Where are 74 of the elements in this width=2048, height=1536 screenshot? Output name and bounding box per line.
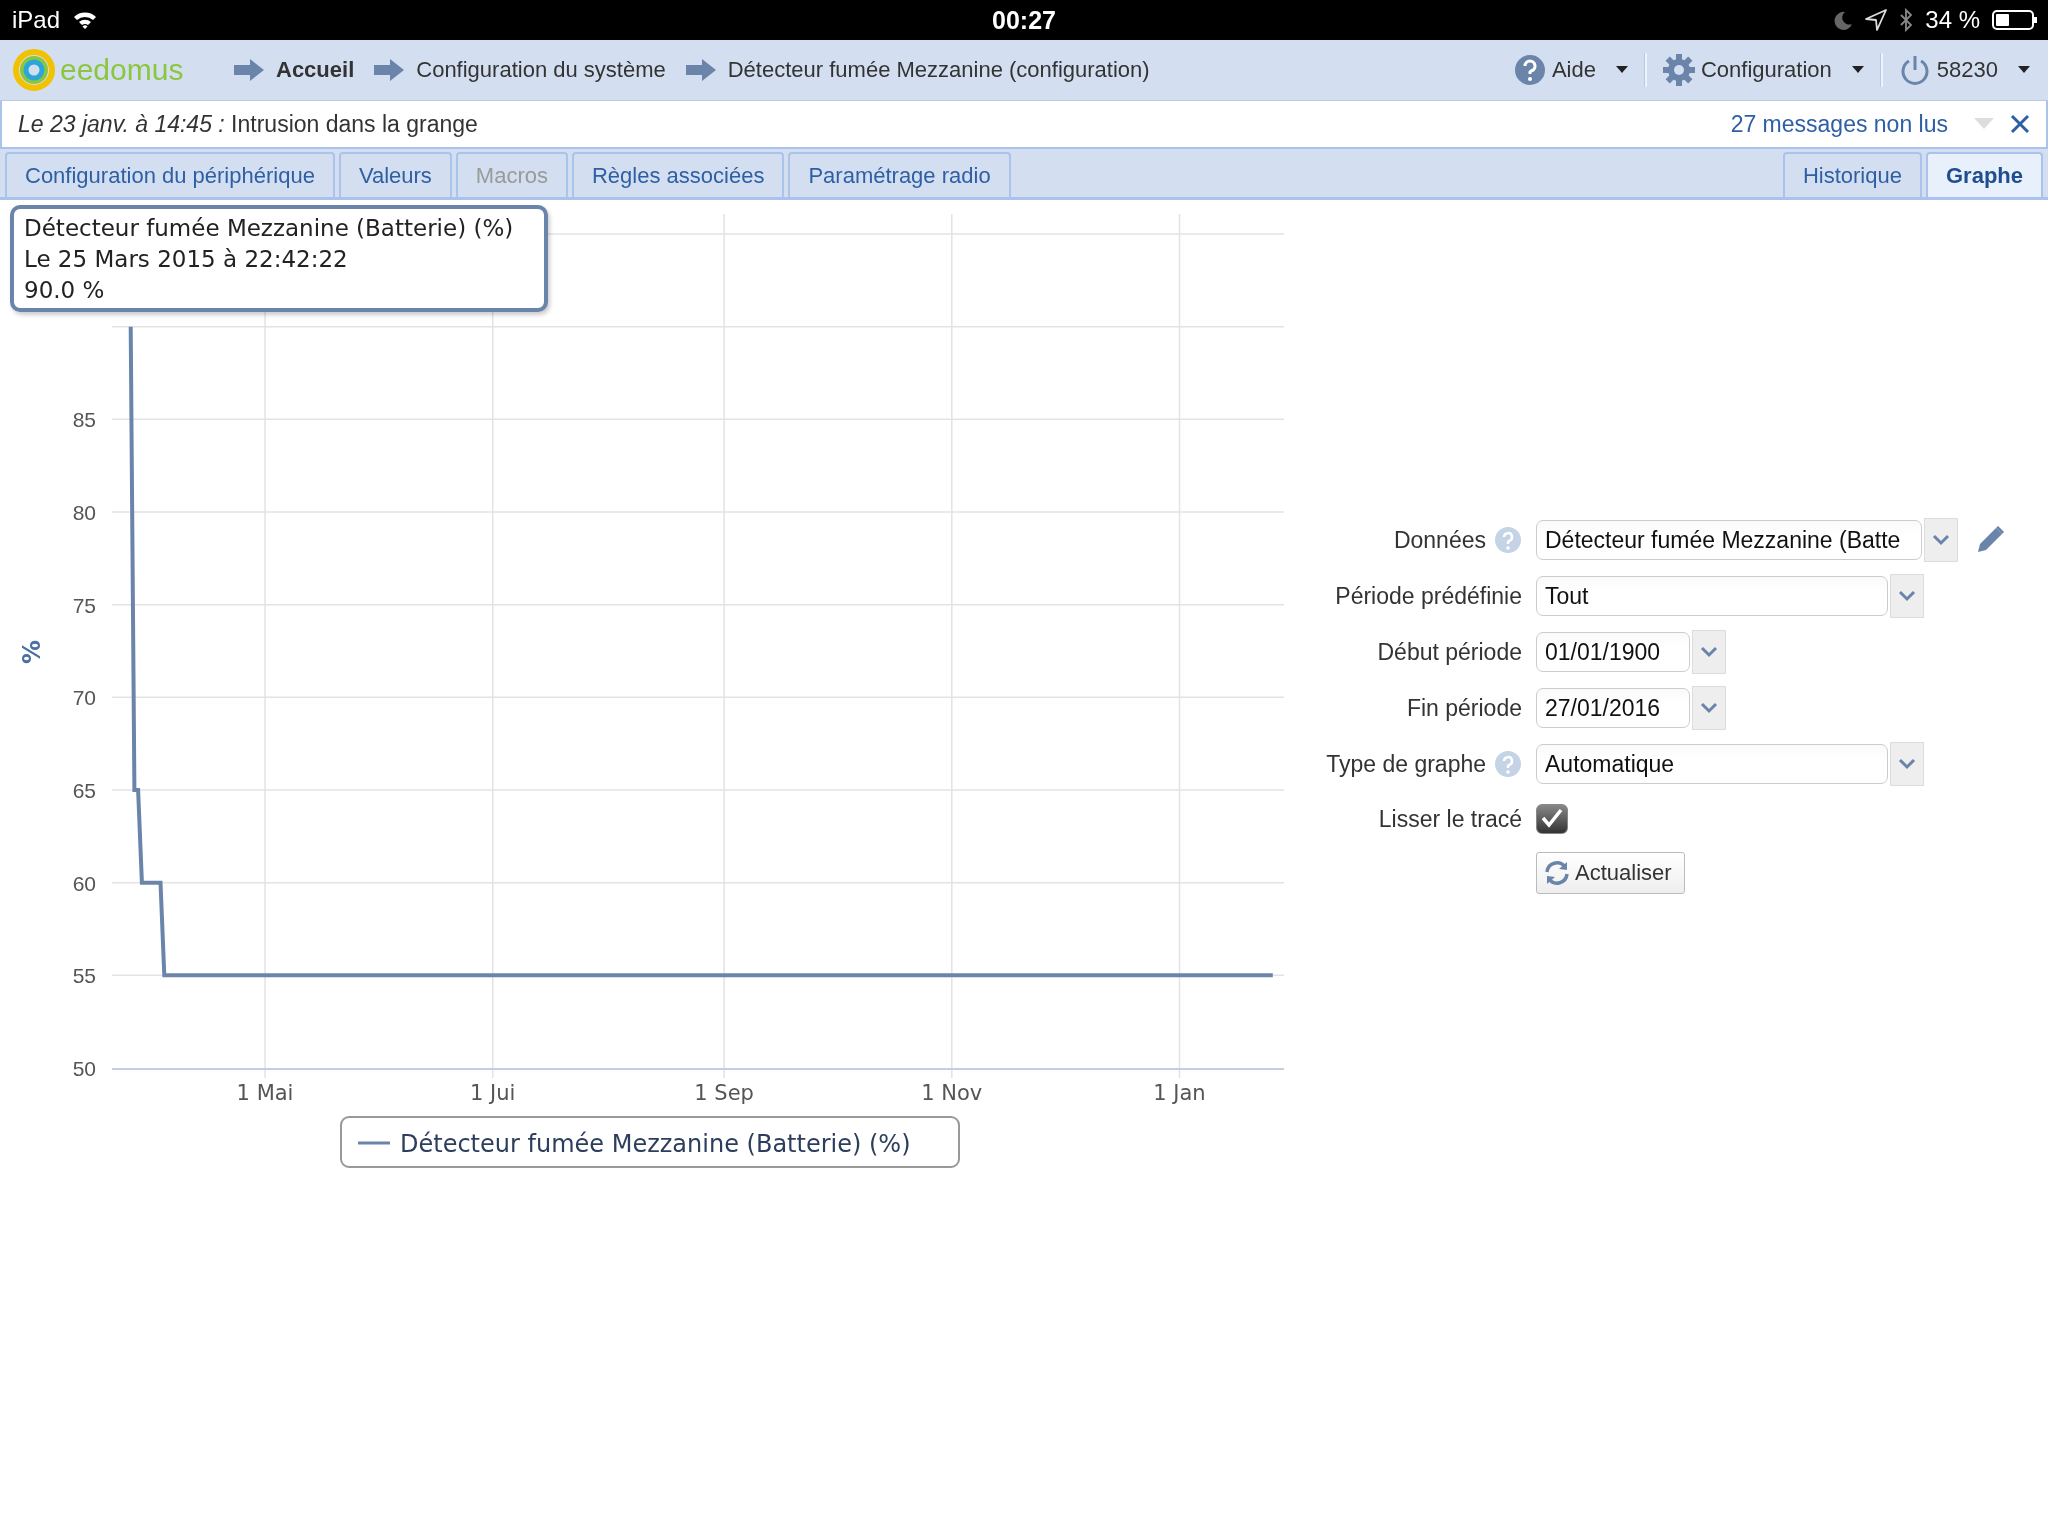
chevron-down-icon: [1898, 758, 1916, 770]
tab[interactable]: Règles associées: [571, 152, 785, 197]
x-axis-label: 1 Jan: [1153, 1081, 1206, 1105]
gear-icon: [1662, 54, 1695, 86]
dropdown-caret-icon: [2018, 66, 2030, 74]
breadcrumb-link[interactable]: Accueil: [276, 57, 355, 83]
dropdown-arrow-button[interactable]: [1692, 686, 1726, 730]
x-axis-label: 1 Jui: [470, 1081, 516, 1105]
field-label: Début période: [1377, 638, 1522, 666]
right-arrow-icon: [234, 59, 264, 81]
field-label: Période prédéfinie: [1335, 582, 1522, 610]
ring-logo-icon: [12, 48, 56, 92]
clock-time: 00:27: [992, 5, 1056, 35]
bluetooth-icon: [1899, 8, 1914, 32]
right-arrow-icon: [374, 59, 405, 81]
y-axis-title: %: [18, 640, 46, 664]
x-axis-label: 1 Mai: [236, 1081, 294, 1105]
notification-message: Le 23 janv. à 14:45 : Intrusion dans la grange: [18, 110, 478, 138]
tab[interactable]: Paramétrage radio: [788, 152, 1011, 197]
tab[interactable]: Configuration du périphérique: [5, 152, 335, 197]
field-label: Type de graphe: [1326, 750, 1486, 778]
wifi-icon: [72, 10, 99, 30]
field-label: Données: [1393, 526, 1486, 554]
chevron-down-icon: [1932, 534, 1950, 546]
x-axis-label: 1 Nov: [921, 1081, 983, 1105]
dropdown-arrow-button[interactable]: [1692, 630, 1726, 674]
breadcrumb-link[interactable]: Détecteur fumée Mezzanine (configuration): [727, 57, 1150, 83]
dropdown-arrow-button[interactable]: [1924, 518, 1958, 562]
dropdown-field[interactable]: Automatique: [1536, 744, 1888, 784]
refresh-button[interactable]: Actualiser: [1536, 852, 1685, 894]
date-field[interactable]: 27/01/2016: [1536, 688, 1690, 728]
tab[interactable]: Valeurs: [338, 152, 452, 197]
tab[interactable]: Graphe: [1925, 152, 2043, 197]
legend-label: Détecteur fumée Mezzanine (Batterie) (%): [400, 1130, 911, 1158]
battery-percent: 34 %: [1925, 6, 1980, 34]
chart-tooltip: Détecteur fumée Mezzanine (Batterie) (%) Le 25 Mars 2015 à 22:42:22 90.0 %: [10, 205, 548, 312]
dropdown-caret-icon: [1851, 66, 1864, 74]
chevron-down-icon: [1700, 646, 1718, 658]
menu-button[interactable]: Configuration: [1656, 52, 1870, 88]
y-axis-label: 75: [72, 593, 96, 617]
dropdown-field[interactable]: Tout: [1536, 576, 1888, 616]
location-arrow-icon: [1865, 9, 1888, 31]
y-axis-label: 70: [72, 686, 96, 710]
y-axis-label: 50: [72, 1057, 96, 1080]
device-name: iPad: [12, 6, 61, 34]
x-axis-label: 1 Sep: [694, 1081, 754, 1105]
chart-legend[interactable]: Détecteur fumée Mezzanine (Batterie) (%): [340, 1116, 960, 1168]
field-label: Fin période: [1406, 694, 1522, 722]
battery-icon: [1992, 9, 2038, 31]
breadcrumb-link[interactable]: Configuration du système: [416, 57, 666, 83]
date-field[interactable]: 01/01/1900: [1536, 632, 1690, 672]
dropdown-field[interactable]: Détecteur fumée Mezzanine (Batte: [1536, 520, 1922, 560]
tab[interactable]: Historique: [1782, 152, 1922, 197]
menu-button[interactable]: Aide: [1507, 52, 1634, 88]
y-axis-label: 65: [72, 779, 96, 802]
menu-button[interactable]: 58230: [1892, 52, 2036, 88]
y-axis-label: 85: [72, 408, 96, 432]
moon-icon: [1833, 10, 1854, 30]
refresh-icon: [1543, 860, 1571, 886]
chevron-down-icon: [1898, 590, 1916, 602]
close-icon[interactable]: [2010, 114, 2030, 134]
dropdown-arrow-button[interactable]: [1890, 742, 1924, 786]
help-icon: [1513, 54, 1546, 86]
logo-wordmark: eedomus: [60, 53, 184, 87]
field-label: Lisser le tracé: [1378, 805, 1522, 833]
unread-messages-link[interactable]: 27 messages non lus: [1730, 110, 1948, 138]
right-arrow-icon: [685, 59, 716, 81]
dropdown-caret-icon: [1615, 66, 1628, 74]
y-axis-label: 60: [72, 871, 96, 895]
chevron-down-icon: [1700, 702, 1718, 714]
checkbox[interactable]: [1536, 804, 1568, 834]
y-axis-label: 55: [72, 964, 96, 988]
dropdown-arrow-button[interactable]: [1890, 574, 1924, 618]
y-axis-label: 80: [72, 501, 96, 524]
